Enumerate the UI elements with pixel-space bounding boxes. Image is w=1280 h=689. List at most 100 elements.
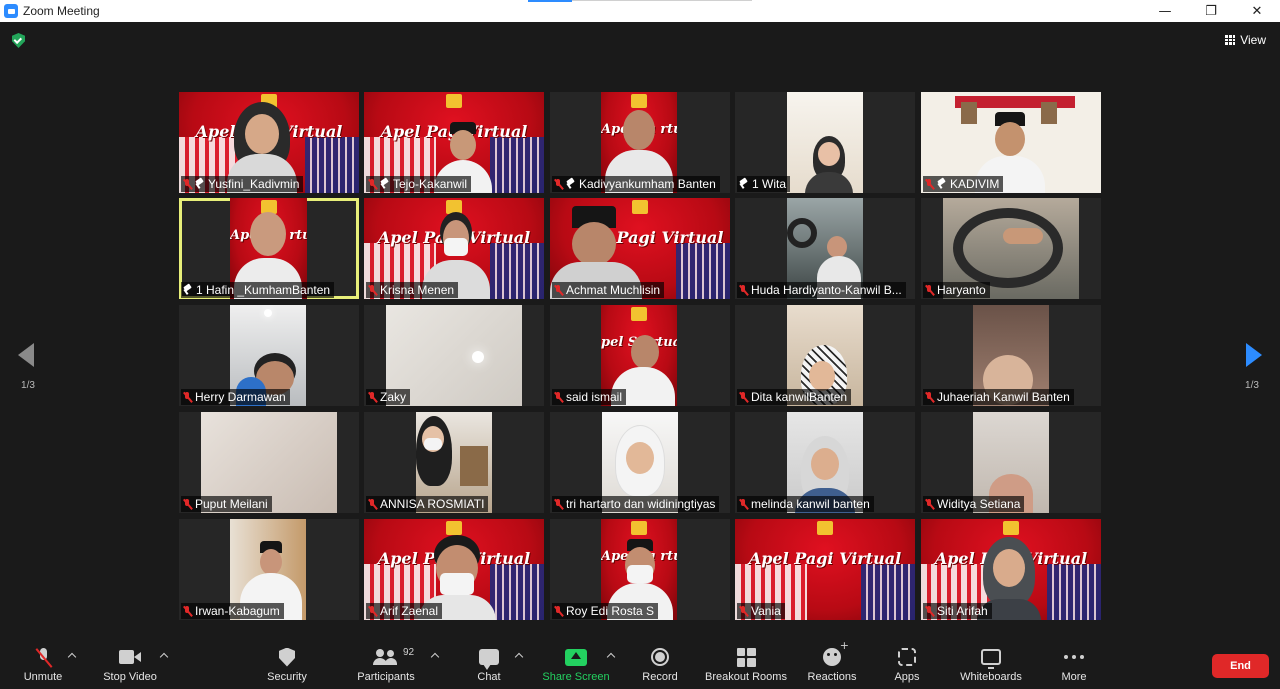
- video-camera-icon: [119, 650, 141, 664]
- video-feed: [787, 92, 863, 193]
- video-tile[interactable]: Dita kanwilBanten: [735, 305, 915, 406]
- participants-icon: [373, 649, 399, 665]
- participant-name-label: Haryanto: [923, 282, 990, 298]
- video-tile[interactable]: KADIVIM: [921, 92, 1101, 193]
- chat-options-chevron-icon[interactable]: [515, 652, 523, 660]
- participant-name-label: Achmat Muchlisin: [552, 282, 665, 298]
- video-tile[interactable]: Apel Pagi Virtual Vania: [735, 519, 915, 620]
- video-tile[interactable]: Apel PagiVirtual Tejo-Kakanwil: [364, 92, 544, 193]
- participant-hand: [1003, 228, 1043, 244]
- portrait-frame: [961, 102, 977, 124]
- video-tile[interactable]: tri hartarto dan widiningtiyas: [550, 412, 730, 513]
- encryption-shield-icon[interactable]: [12, 33, 25, 48]
- breakout-rooms-label: Breakout Rooms: [705, 671, 787, 683]
- more-button[interactable]: More: [1029, 644, 1119, 683]
- flag-decoration: [305, 137, 359, 193]
- participants-options-chevron-icon[interactable]: [431, 652, 439, 660]
- close-button[interactable]: ✕: [1234, 0, 1280, 22]
- reactions-smiley-icon: [823, 639, 849, 666]
- breakout-rooms-button[interactable]: Breakout Rooms: [701, 644, 791, 683]
- stop-video-button[interactable]: Stop Video: [85, 644, 175, 683]
- mic-muted-icon: [554, 284, 563, 296]
- video-tile[interactable]: Widitya Setiana: [921, 412, 1101, 513]
- video-tile[interactable]: Apel Pagi Virtual Siti Arifah: [921, 519, 1101, 620]
- participant-name-label: Herry Darmawan: [181, 389, 290, 405]
- participant-name: ANNISA ROSMIATI: [380, 497, 485, 511]
- participant-name-label: Krisna Menen: [366, 282, 459, 298]
- participant-name: Juhaeriah Kanwil Banten: [937, 390, 1070, 404]
- mic-muted-icon: [925, 284, 934, 296]
- flag-decoration: [676, 243, 730, 299]
- security-button[interactable]: Security: [242, 644, 332, 683]
- record-button[interactable]: Record: [615, 644, 705, 683]
- emblem-icon: [631, 521, 647, 535]
- video-tile[interactable]: Puput Meilani: [179, 412, 359, 513]
- minimize-button[interactable]: —: [1142, 0, 1188, 22]
- page-indicator-left: 1/3: [21, 380, 35, 391]
- video-tile[interactable]: Pagi Virtual Achmat Muchlisin: [550, 198, 730, 299]
- chat-button[interactable]: Chat: [444, 644, 534, 683]
- video-tile-active-speaker[interactable]: Apel Pa rtual 1 Hafin _KumhamBanten: [179, 198, 359, 299]
- video-tile[interactable]: Huda Hardiyanto-Kanwil B...: [735, 198, 915, 299]
- pin-icon: [380, 179, 389, 189]
- video-tile[interactable]: Apel Pagi Virtual Arif Zaenal: [364, 519, 544, 620]
- emblem-icon: [817, 521, 833, 535]
- security-label: Security: [267, 671, 307, 683]
- steering-wheel: [787, 218, 817, 248]
- video-tile[interactable]: Herry Darmawan: [179, 305, 359, 406]
- mic-muted-icon: [368, 284, 377, 296]
- video-tile[interactable]: Apel PagiVirtual Yusfini_Kadivmin: [179, 92, 359, 193]
- video-tile[interactable]: Apel Pa rtual Kadivyankumham Banten: [550, 92, 730, 193]
- previous-page-button[interactable]: [18, 343, 34, 369]
- share-screen-icon: [565, 648, 587, 666]
- participant-name-label: Yusfini_Kadivmin: [181, 176, 304, 192]
- record-label: Record: [642, 671, 678, 683]
- banner-text: Pagi Virtual: [616, 228, 724, 247]
- audio-options-chevron-icon[interactable]: [68, 652, 76, 660]
- title-bar: Zoom Meeting — ❐ ✕: [0, 0, 1280, 22]
- video-tile[interactable]: Zaky: [364, 305, 544, 406]
- participant-name: Siti Arifah: [937, 604, 988, 618]
- share-screen-label: Share Screen: [542, 671, 610, 683]
- view-button[interactable]: View: [1225, 33, 1266, 47]
- mic-muted-icon: [739, 284, 748, 296]
- mic-muted-icon: [554, 605, 563, 617]
- video-tile[interactable]: 1 Wita: [735, 92, 915, 193]
- participant-name-label: Siti Arifah: [923, 603, 992, 619]
- participant-name: 1 Wita: [752, 177, 787, 191]
- share-screen-button[interactable]: Share Screen: [531, 644, 621, 683]
- participant-face: [626, 442, 654, 474]
- chevron-left-icon: [18, 343, 34, 367]
- video-tile[interactable]: Irwan-Kabagum: [179, 519, 359, 620]
- participant-name-label: Vania: [737, 603, 785, 619]
- participant-name: Puput Meilani: [195, 497, 268, 511]
- unmute-button[interactable]: Unmute: [0, 644, 88, 683]
- video-tile[interactable]: Haryanto: [921, 198, 1101, 299]
- emblem-icon: [631, 94, 647, 108]
- apps-button[interactable]: Apps: [862, 644, 952, 683]
- participants-button[interactable]: 92 Participants: [341, 644, 431, 683]
- participant-name-label: Juhaeriah Kanwil Banten: [923, 389, 1074, 405]
- video-options-chevron-icon[interactable]: [160, 652, 168, 660]
- end-meeting-button[interactable]: End: [1212, 654, 1269, 678]
- video-tile[interactable]: Juhaeriah Kanwil Banten: [921, 305, 1101, 406]
- loading-track: [572, 0, 752, 1]
- video-tile[interactable]: pel So rtual said ismail: [550, 305, 730, 406]
- flag-decoration: [490, 243, 544, 299]
- microphone-muted-icon: [37, 647, 49, 667]
- whiteboards-button[interactable]: Whiteboards: [946, 644, 1036, 683]
- zoom-meeting-window: Zoom Meeting — ❐ ✕ View 1/3 1/3 Apel Pag…: [0, 0, 1280, 689]
- grid-view-icon: [1225, 35, 1236, 45]
- video-tile[interactable]: ANNISA ROSMIATI: [364, 412, 544, 513]
- restore-button[interactable]: ❐: [1188, 0, 1234, 22]
- flag-decoration: [861, 564, 915, 620]
- next-page-button[interactable]: [1246, 343, 1262, 369]
- video-tile[interactable]: Apel Pa rtual Roy Edi Rosta S: [550, 519, 730, 620]
- mic-muted-icon: [925, 605, 934, 617]
- portrait-frame: [1041, 102, 1057, 124]
- pin-icon: [566, 179, 575, 189]
- share-options-chevron-icon[interactable]: [607, 652, 615, 660]
- video-tile[interactable]: Apel Pagi Virtual Krisna Menen: [364, 198, 544, 299]
- video-tile[interactable]: melinda kanwil banten: [735, 412, 915, 513]
- mic-muted-icon: [739, 498, 748, 510]
